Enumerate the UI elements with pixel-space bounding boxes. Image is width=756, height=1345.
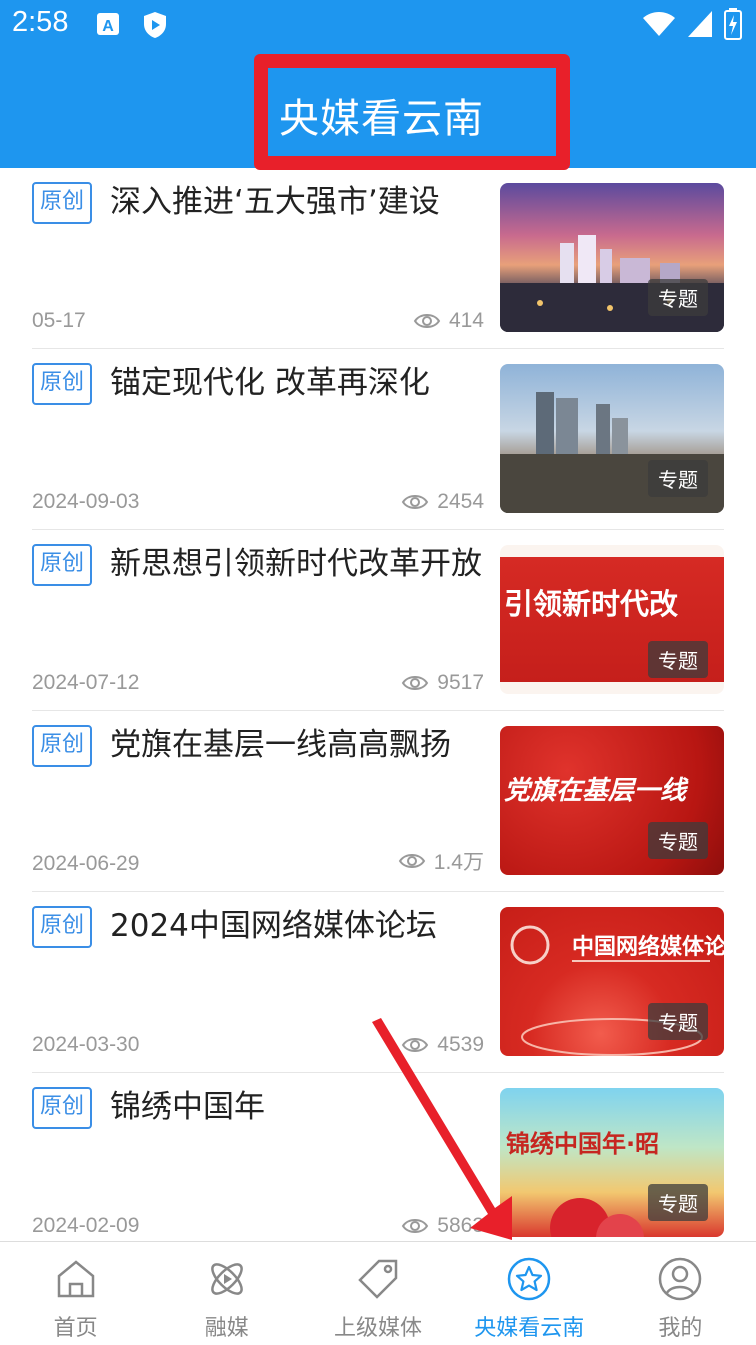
news-thumbnail[interactable]: 引领新时代改 专题 bbox=[500, 545, 724, 694]
news-item[interactable]: 原创 党旗在基层一线高高飘扬 2024-06-29 1.4万 党旗在基层一线 专题 bbox=[32, 711, 724, 892]
page-title: 央媒看云南 bbox=[279, 96, 484, 142]
news-item[interactable]: 原创 深入推进‘五大强市’建设 05-17 414 专题 bbox=[32, 168, 724, 349]
news-date: 2024-03-30 bbox=[32, 1033, 140, 1056]
original-tag: 原创 bbox=[32, 1087, 93, 1129]
eye-icon bbox=[402, 676, 429, 690]
topic-badge: 专题 bbox=[648, 279, 708, 316]
news-date: 2024-07-12 bbox=[32, 671, 140, 694]
original-tag: 原创 bbox=[32, 363, 93, 405]
news-thumbnail[interactable]: 专题 bbox=[500, 183, 724, 332]
news-views: 2454 bbox=[401, 490, 484, 514]
original-tag: 原创 bbox=[32, 725, 93, 767]
news-thumbnail[interactable]: 专题 bbox=[500, 364, 724, 513]
news-thumbnail[interactable]: 锦绣中国年·昭 专题 bbox=[500, 1088, 724, 1237]
news-views: 9517 bbox=[401, 671, 484, 695]
news-item[interactable]: 原创 2024中国网络媒体论坛 2024-03-30 4539 中国网络媒体论 专… bbox=[32, 892, 724, 1073]
nav-label: 央媒看云南 bbox=[474, 1316, 585, 1341]
thumbnail-text: 引领新时代改 bbox=[504, 587, 679, 621]
eye-icon bbox=[413, 314, 441, 328]
nav-item-home[interactable]: 首页 bbox=[0, 1242, 151, 1345]
nav-label: 我的 bbox=[658, 1316, 703, 1341]
news-title: 原创 2024中国网络媒体论坛 bbox=[32, 892, 484, 948]
eye-icon bbox=[402, 495, 429, 509]
topic-badge: 专题 bbox=[648, 641, 708, 678]
eye-icon bbox=[398, 854, 425, 868]
news-title: 原创 锦绣中国年 bbox=[32, 1073, 484, 1129]
news-list: 原创 深入推进‘五大强市’建设 05-17 414 专题 原创 锚定现代化 改革再深… bbox=[0, 168, 756, 1241]
topic-badge: 专题 bbox=[648, 822, 708, 859]
topic-badge: 专题 bbox=[648, 1184, 708, 1221]
eye-icon bbox=[402, 1038, 429, 1052]
tag-icon bbox=[358, 1259, 398, 1299]
original-tag: 原创 bbox=[32, 182, 93, 224]
news-item[interactable]: 原创 锦绣中国年 2024-02-09 5863 锦绣中国年·昭 专题 bbox=[32, 1073, 724, 1241]
news-date: 2024-09-03 bbox=[32, 490, 140, 513]
news-views: 1.4万 bbox=[398, 846, 484, 876]
news-views: 5863 bbox=[401, 1214, 484, 1238]
news-date: 2024-06-29 bbox=[32, 852, 140, 875]
atom-icon bbox=[210, 1263, 243, 1295]
signal-icon bbox=[688, 11, 712, 37]
original-tag: 原创 bbox=[32, 906, 93, 948]
news-date: 2024-02-09 bbox=[32, 1214, 140, 1237]
news-thumbnail[interactable]: 党旗在基层一线 专题 bbox=[500, 726, 724, 875]
news-thumbnail[interactable]: 中国网络媒体论 专题 bbox=[500, 907, 724, 1056]
app-notification-icon: A bbox=[97, 13, 119, 35]
nav-item-media[interactable]: 融媒 bbox=[151, 1242, 302, 1345]
news-item[interactable]: 原创 锚定现代化 改革再深化 2024-09-03 2454 专题 bbox=[32, 349, 724, 530]
nav-label: 融媒 bbox=[204, 1316, 249, 1341]
status-time: 2:58 bbox=[12, 6, 69, 38]
shield-icon bbox=[144, 12, 166, 38]
home-icon bbox=[57, 1260, 94, 1298]
nav-label: 上级媒体 bbox=[334, 1316, 423, 1341]
eye-icon bbox=[402, 1219, 429, 1233]
svg-text:A: A bbox=[102, 18, 114, 35]
nav-label: 首页 bbox=[53, 1316, 98, 1341]
star-icon bbox=[507, 1257, 551, 1301]
news-date: 05-17 bbox=[32, 309, 86, 332]
nav-item-profile[interactable]: 我的 bbox=[605, 1242, 756, 1345]
wifi-icon bbox=[643, 12, 675, 36]
nav-item-superior-media[interactable]: 上级媒体 bbox=[302, 1242, 453, 1345]
thumbnail-text: 党旗在基层一线 bbox=[504, 776, 687, 806]
news-title: 原创 锚定现代化 改革再深化 bbox=[32, 349, 484, 405]
news-title: 原创 党旗在基层一线高高飘扬 bbox=[32, 711, 484, 767]
nav-item-central-media-yunnan[interactable]: 央媒看云南 bbox=[454, 1242, 605, 1345]
battery-icon bbox=[724, 8, 742, 40]
app-header: 2:58 A 央媒看云南 bbox=[0, 0, 756, 170]
topic-badge: 专题 bbox=[648, 460, 708, 497]
bottom-navigation: 首页 融媒 上级媒体 央媒看云南 我的 bbox=[0, 1241, 756, 1345]
topic-badge: 专题 bbox=[648, 1003, 708, 1040]
user-icon bbox=[659, 1257, 702, 1301]
original-tag: 原创 bbox=[32, 544, 93, 586]
news-title: 原创 深入推进‘五大强市’建设 bbox=[32, 168, 484, 224]
news-item[interactable]: 原创 新思想引领新时代改革开放 2024-07-12 9517 引领新时代改 专题 bbox=[32, 530, 724, 711]
news-title: 原创 新思想引领新时代改革开放 bbox=[32, 530, 484, 586]
news-views: 414 bbox=[413, 309, 484, 333]
news-views: 4539 bbox=[401, 1033, 484, 1057]
